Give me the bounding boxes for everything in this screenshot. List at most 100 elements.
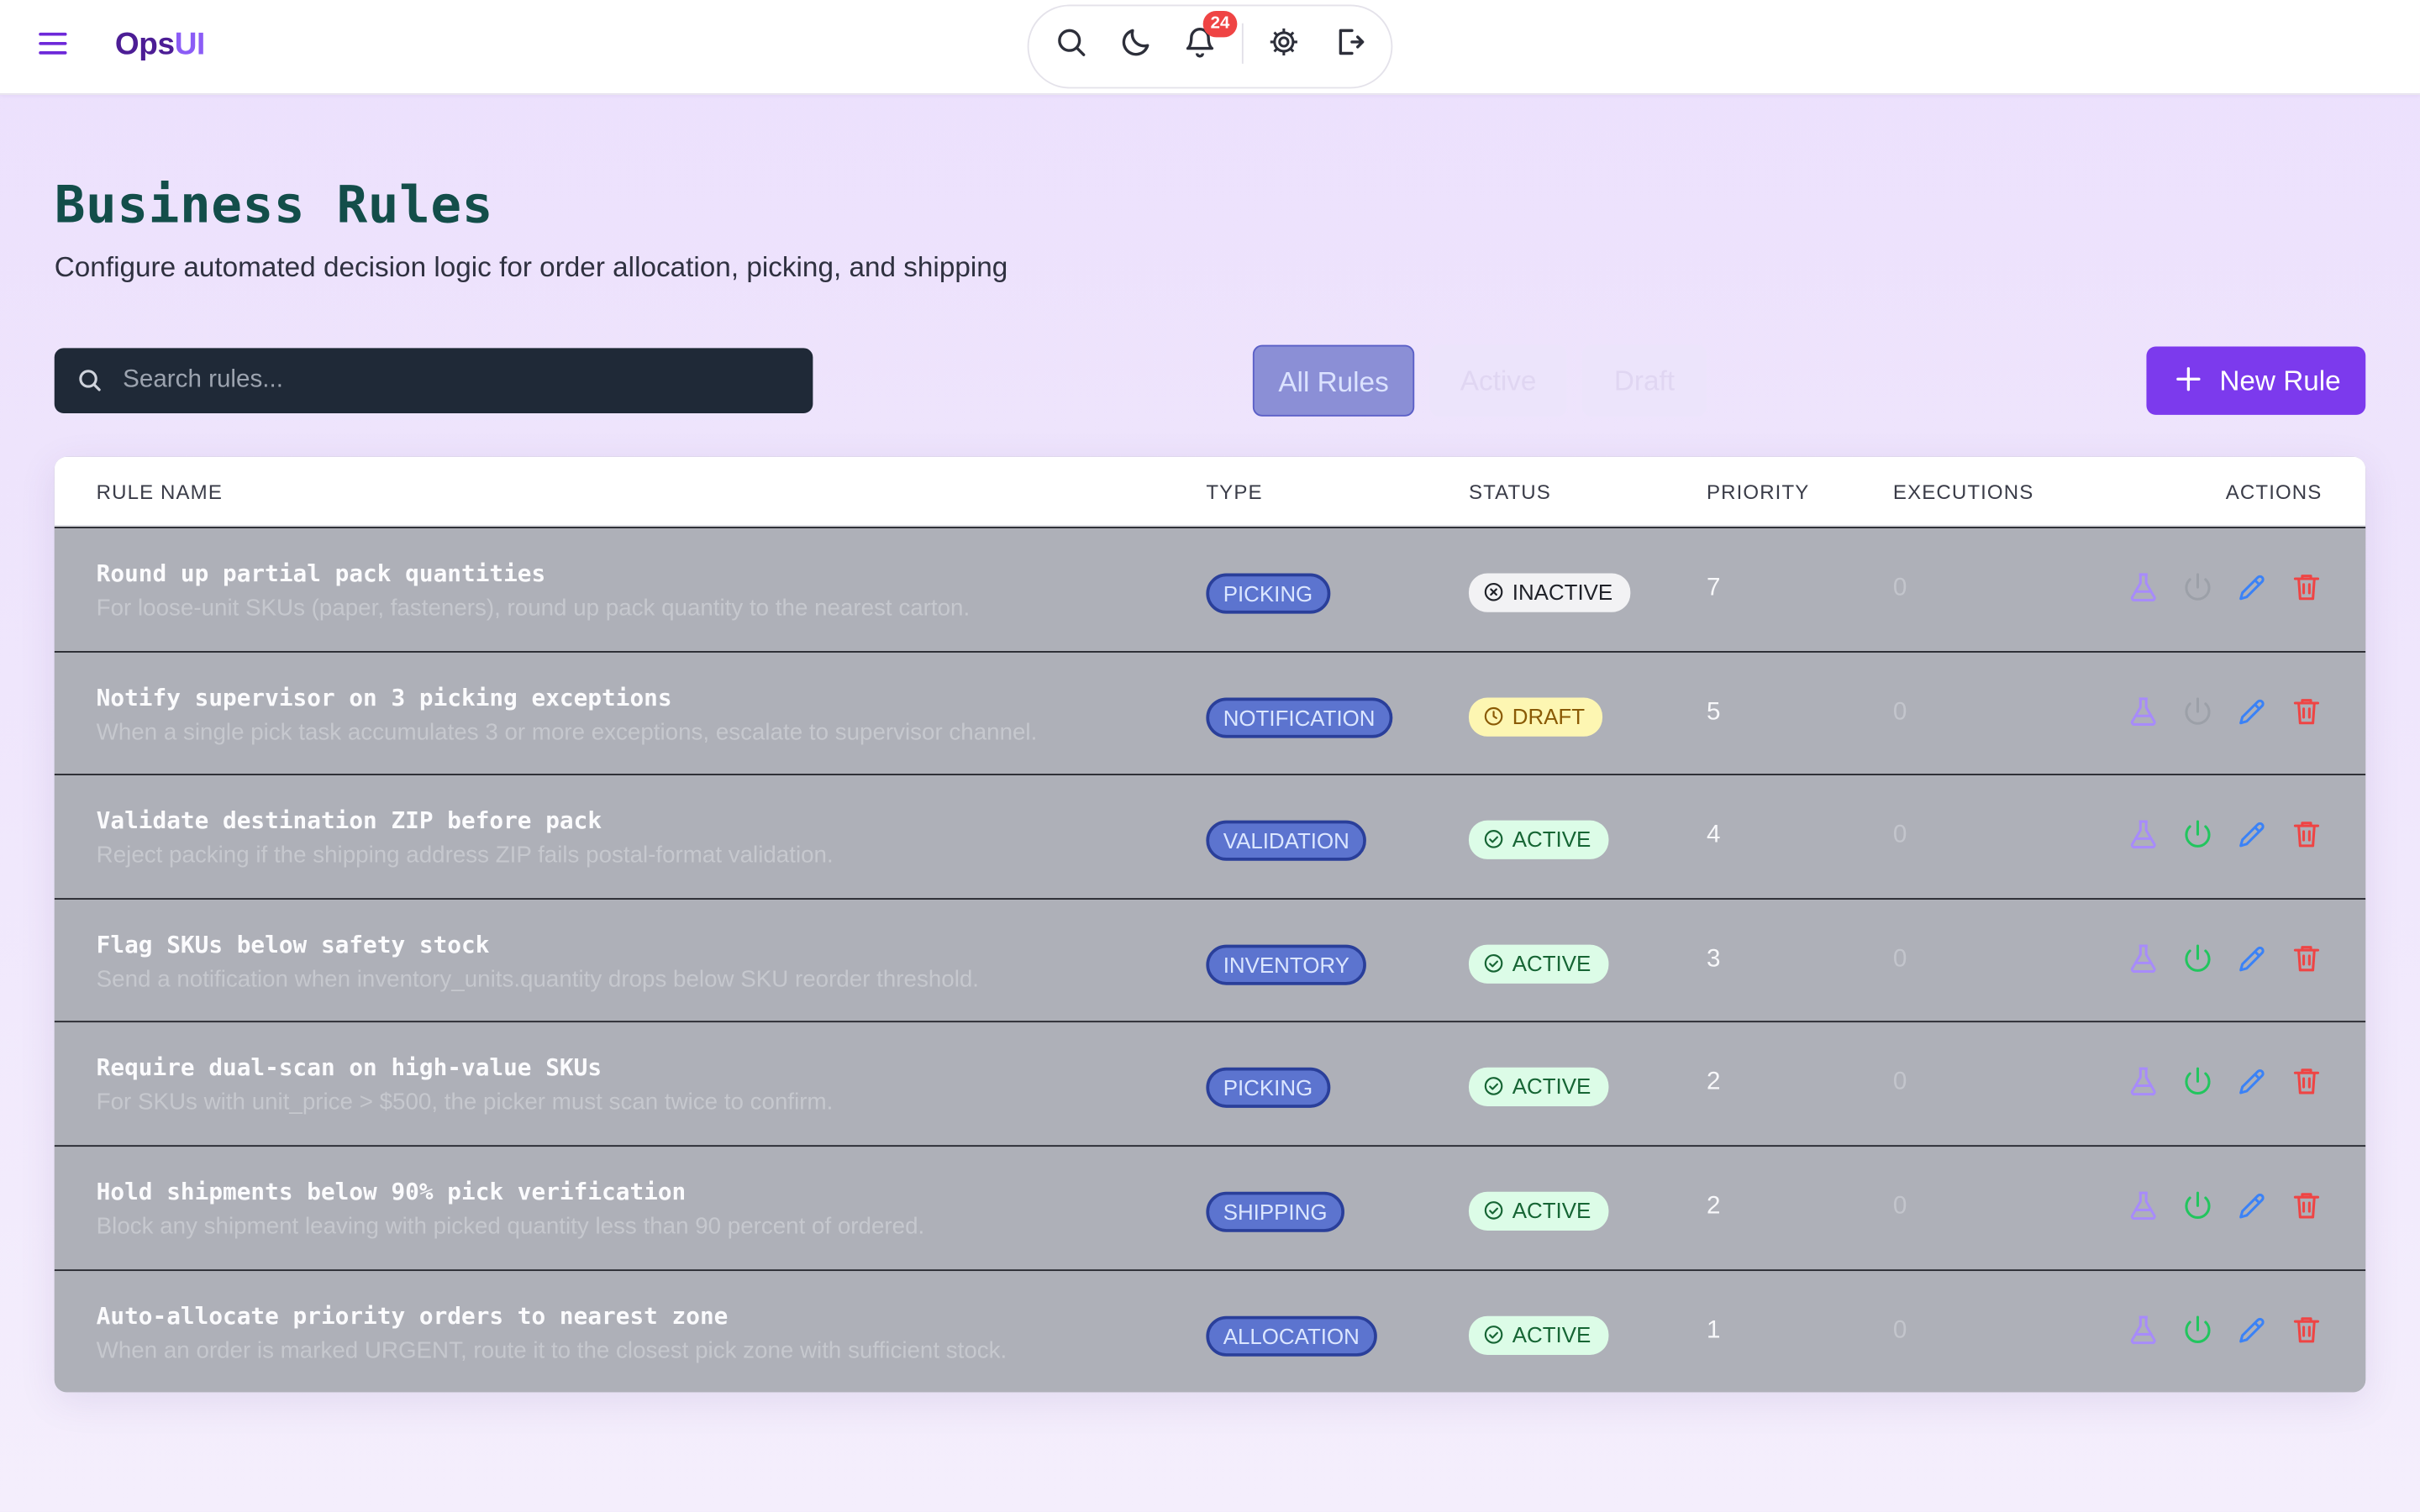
priority-value: 3 bbox=[1706, 946, 1721, 973]
executions-value: 0 bbox=[1892, 822, 1907, 849]
power-icon[interactable] bbox=[2181, 694, 2215, 728]
priority-value: 7 bbox=[1706, 575, 1721, 601]
pencil-icon[interactable] bbox=[2235, 1065, 2270, 1100]
table-row[interactable]: Require dual-scan on high-value SKUs For … bbox=[54, 1021, 2366, 1145]
new-rule-label: New Rule bbox=[2219, 365, 2341, 396]
type-badge: ALLOCATION bbox=[1206, 1315, 1377, 1357]
flask-icon[interactable] bbox=[2126, 1312, 2160, 1347]
status-badge: INACTIVE bbox=[1468, 573, 1630, 612]
table-row[interactable]: Flag SKUs below safety stock Send a notif… bbox=[54, 897, 2366, 1021]
trash-icon[interactable] bbox=[2290, 570, 2324, 605]
trash-icon[interactable] bbox=[2290, 1065, 2324, 1100]
search-input[interactable] bbox=[123, 348, 792, 414]
pencil-icon[interactable] bbox=[2235, 1189, 2270, 1223]
status-label: ACTIVE bbox=[1512, 1321, 1591, 1347]
rule-name[interactable]: Hold shipments below 90% pick verificati… bbox=[97, 1178, 687, 1205]
trash-icon[interactable] bbox=[2290, 942, 2324, 976]
power-icon[interactable] bbox=[2181, 942, 2215, 976]
power-icon[interactable] bbox=[2181, 1312, 2215, 1347]
power-icon[interactable] bbox=[2181, 570, 2215, 605]
executions-value: 0 bbox=[1892, 1069, 1907, 1096]
status-label: ACTIVE bbox=[1512, 827, 1591, 852]
status-label: ACTIVE bbox=[1512, 1198, 1591, 1223]
executions-value: 0 bbox=[1892, 575, 1907, 601]
check-circle-icon bbox=[1484, 1325, 1503, 1343]
rule-description: For SKUs with unit_price > $500, the pic… bbox=[96, 1089, 834, 1116]
status-badge: ACTIVE bbox=[1468, 1068, 1608, 1107]
rule-name[interactable]: Require dual-scan on high-value SKUs bbox=[97, 1054, 602, 1082]
brand-main: Ops bbox=[114, 28, 175, 62]
rules-table: RULE NAME TYPE STATUS PRIORITY EXECUTION… bbox=[54, 456, 2366, 1393]
column-header-status: STATUS bbox=[1468, 480, 1551, 504]
table-row[interactable]: Notify supervisor on 3 picking exception… bbox=[54, 650, 2366, 774]
rule-name[interactable]: Auto-allocate priority orders to nearest… bbox=[97, 1301, 729, 1329]
plus-icon bbox=[2176, 367, 2201, 391]
check-circle-icon bbox=[1484, 830, 1503, 848]
logout-icon[interactable] bbox=[1332, 25, 1366, 60]
column-header-rule-name: RULE NAME bbox=[96, 480, 223, 504]
filter-tab-all[interactable]: All Rules bbox=[1252, 344, 1415, 417]
rule-name[interactable]: Flag SKUs below safety stock bbox=[97, 931, 490, 958]
brand-accent: UI bbox=[174, 28, 206, 62]
rule-name[interactable]: Notify supervisor on 3 picking exception… bbox=[97, 683, 672, 711]
check-circle-icon bbox=[1484, 953, 1503, 973]
flask-icon[interactable] bbox=[2126, 694, 2160, 728]
rule-description: When a single pick task accumulates 3 or… bbox=[96, 718, 1038, 746]
rule-name[interactable]: Round up partial pack quantities bbox=[97, 559, 546, 587]
filter-tab-draft[interactable]: Draft bbox=[1581, 344, 1707, 417]
notification-count-badge: 24 bbox=[1202, 10, 1238, 38]
search-icon[interactable] bbox=[1054, 25, 1088, 60]
power-icon[interactable] bbox=[2181, 817, 2215, 852]
table-row[interactable]: Hold shipments below 90% pick verificati… bbox=[54, 1145, 2366, 1268]
type-badge: INVENTORY bbox=[1206, 944, 1367, 985]
column-header-priority: PRIORITY bbox=[1706, 480, 1810, 504]
status-badge: ACTIVE bbox=[1468, 944, 1608, 984]
trash-icon[interactable] bbox=[2290, 1312, 2324, 1347]
rule-description: Block any shipment leaving with picked q… bbox=[96, 1213, 925, 1241]
table-row[interactable]: Validate destination ZIP before pack Reje… bbox=[54, 774, 2366, 897]
pencil-icon[interactable] bbox=[2235, 1312, 2270, 1347]
flask-icon[interactable] bbox=[2126, 570, 2160, 605]
table-row[interactable]: Auto-allocate priority orders to nearest… bbox=[54, 1268, 2366, 1392]
brand-logo[interactable]: OpsUI bbox=[115, 28, 205, 64]
trash-icon[interactable] bbox=[2290, 694, 2324, 728]
menu-icon[interactable] bbox=[39, 32, 67, 60]
gear-icon[interactable] bbox=[1267, 25, 1302, 60]
check-circle-icon bbox=[1484, 1077, 1503, 1096]
x-circle-icon bbox=[1484, 582, 1503, 601]
trash-icon[interactable] bbox=[2290, 817, 2324, 852]
toolbar-divider bbox=[1241, 23, 1244, 64]
check-circle-icon bbox=[1484, 1201, 1503, 1220]
rule-description: When an order is marked URGENT, route it… bbox=[96, 1336, 1007, 1364]
search-box bbox=[54, 348, 813, 414]
rule-description: Send a notification when inventory_units… bbox=[96, 966, 980, 993]
type-badge: SHIPPING bbox=[1206, 1191, 1344, 1232]
new-rule-button[interactable]: New Rule bbox=[2146, 346, 2366, 415]
trash-icon[interactable] bbox=[2290, 1189, 2324, 1223]
pencil-icon[interactable] bbox=[2235, 942, 2270, 976]
flask-icon[interactable] bbox=[2126, 942, 2160, 976]
table-row[interactable]: Round up partial pack quantities For loos… bbox=[54, 527, 2366, 650]
status-badge: ACTIVE bbox=[1468, 1315, 1608, 1355]
app-root: OpsUI 24 Business Rules Configure automa… bbox=[0, 0, 2420, 1512]
pencil-icon[interactable] bbox=[2235, 694, 2270, 728]
rule-name[interactable]: Validate destination ZIP before pack bbox=[97, 806, 602, 834]
executions-value: 0 bbox=[1892, 1193, 1907, 1221]
rule-description: Reject packing if the shipping address Z… bbox=[96, 842, 834, 869]
moon-icon[interactable] bbox=[1119, 25, 1154, 60]
pencil-icon[interactable] bbox=[2235, 817, 2270, 852]
column-header-actions: ACTIONS bbox=[2225, 480, 2323, 504]
power-icon[interactable] bbox=[2181, 1065, 2215, 1100]
pencil-icon[interactable] bbox=[2235, 570, 2270, 605]
column-header-type: TYPE bbox=[1206, 480, 1263, 504]
flask-icon[interactable] bbox=[2126, 817, 2160, 852]
status-badge: ACTIVE bbox=[1468, 1191, 1608, 1231]
type-badge: PICKING bbox=[1206, 573, 1330, 614]
flask-icon[interactable] bbox=[2126, 1065, 2160, 1100]
flask-icon[interactable] bbox=[2126, 1189, 2160, 1223]
power-icon[interactable] bbox=[2181, 1189, 2215, 1223]
filter-tab-active[interactable]: Active bbox=[1429, 344, 1567, 417]
status-badge: DRAFT bbox=[1468, 696, 1602, 737]
column-header-executions: EXECUTIONS bbox=[1892, 480, 2034, 504]
rule-description: For loose-unit SKUs (paper, fasteners), … bbox=[96, 595, 971, 622]
